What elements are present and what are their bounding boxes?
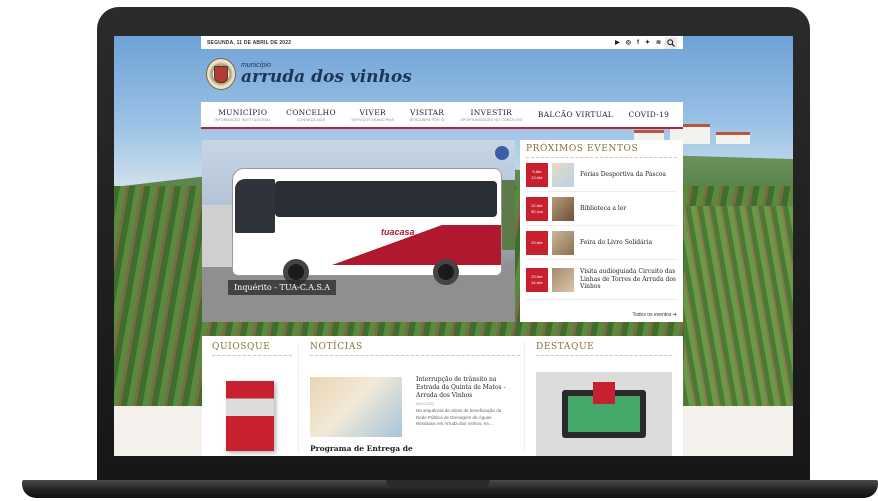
event-title: Férias Desportiva da Páscoa <box>580 170 667 178</box>
destaque-image[interactable] <box>536 372 672 456</box>
nav-label: COVID-19 <box>628 109 670 119</box>
search-icon <box>667 38 675 47</box>
nav-item-investir[interactable]: INVESTIR OPORTUNIDADES NO CONCELHO <box>460 108 523 122</box>
nav-label: INVESTIR <box>470 107 513 117</box>
crest-icon <box>206 58 236 90</box>
background-vineyard-right <box>684 206 793 406</box>
instagram-icon[interactable]: ◎ <box>626 39 631 46</box>
nav-label: VIVER <box>359 107 386 117</box>
youtube-icon[interactable]: ▶ <box>615 39 620 46</box>
noticias-title: NOTÍCIAS <box>310 342 520 356</box>
event-item[interactable]: 23 Abr Feira do Livro Solidária <box>526 226 677 260</box>
nav-sub: DESCUBRA POR SI <box>409 117 445 122</box>
event-thumbnail <box>552 230 574 255</box>
nav-label: MUNICÍPIO <box>218 107 268 117</box>
quiosque-section: QUIOSQUE <box>212 342 292 356</box>
twitter-icon[interactable]: ✦ <box>645 39 650 46</box>
laptop-notch <box>386 480 490 487</box>
browser-screen: SEGUNDA, 11 DE ABRIL DE 2022 ▶ ◎ f ✦ ≋ m… <box>114 36 793 456</box>
event-item[interactable]: 22 Abr 30 Jun Biblioteca a ler <box>526 192 677 226</box>
event-title: Visita audioguiada Circuito das Linhas d… <box>580 267 677 291</box>
event-date: 23 Abr 24 Abr <box>526 267 548 292</box>
nav-item-municipio[interactable]: MUNICÍPIO INFORMAÇÃO INSTITUCIONAL <box>215 108 271 122</box>
event-date: 22 Abr 30 Jun <box>526 196 548 221</box>
destaque-section: DESTAQUE <box>536 342 672 356</box>
event-date: 5 Abr 13 Abr <box>526 162 548 187</box>
nav-sub: SERVIÇOS MUNICIPAIS <box>351 117 395 122</box>
nav-sub: OPORTUNIDADES NO CONCELHO <box>460 117 523 122</box>
facebook-icon[interactable]: f <box>637 40 639 46</box>
bus-logo-text: tuacasa <box>381 227 415 237</box>
noticias-section: NOTÍCIAS <box>310 342 520 356</box>
nav-sub: INFORMAÇÃO INSTITUCIONAL <box>214 117 271 122</box>
main-nav: MUNICÍPIO INFORMAÇÃO INSTITUCIONAL CONCE… <box>201 102 683 129</box>
nav-item-visitar[interactable]: VISITAR DESCUBRA POR SI <box>410 108 445 122</box>
top-bar: SEGUNDA, 11 DE ABRIL DE 2022 ▶ ◎ f ✦ ≋ <box>201 36 683 49</box>
quiosque-title: QUIOSQUE <box>212 342 292 356</box>
nav-item-balcao-virtual[interactable]: BALCÃO VIRTUAL <box>538 110 613 120</box>
event-date: 23 Abr <box>526 230 548 255</box>
all-events-link[interactable]: Todos os eventos ➔ <box>632 312 677 318</box>
event-thumbnail <box>552 162 574 187</box>
social-icons: ▶ ◎ f ✦ ≋ <box>615 39 661 47</box>
rss-icon[interactable]: ≋ <box>656 39 661 46</box>
lower-sections: QUIOSQUE NOTÍCIAS Interrupção de trânsit… <box>202 336 683 456</box>
event-title: Biblioteca a ler <box>580 204 627 212</box>
news-date: 08-04-2022 <box>416 402 434 407</box>
news-title-secondary[interactable]: Programa de Entrega de <box>310 444 413 453</box>
news-title: Interrupção de trânsito na Estrada da Qu… <box>416 376 506 400</box>
news-description: Na sequência de obras de beneficiação da… <box>416 408 502 426</box>
hero-slider[interactable]: tuacasa Inquérito - TUA-C.A.S.A <box>202 140 515 322</box>
nav-item-viver[interactable]: VIVER SERVIÇOS MUNICIPAIS <box>351 108 394 122</box>
nav-sub: CONHEÇA-NOS <box>296 117 326 122</box>
nav-item-covid-19[interactable]: COVID-19 <box>628 110 669 120</box>
event-thumbnail <box>552 267 574 292</box>
events-title: PRÓXIMOS EVENTOS <box>526 144 677 158</box>
current-date: SEGUNDA, 11 DE ABRIL DE 2022 <box>207 39 292 46</box>
arrow-circle-icon: ➔ <box>672 312 677 318</box>
hero-caption[interactable]: Inquérito - TUA-C.A.S.A <box>228 280 337 295</box>
nav-label: BALCÃO VIRTUAL <box>537 109 614 119</box>
search-button[interactable] <box>665 36 677 49</box>
nav-label: VISITAR <box>410 107 445 117</box>
news-image[interactable] <box>310 377 402 437</box>
event-title: Feira do Livro Solidária <box>580 238 653 246</box>
bus-image: tuacasa <box>232 168 502 285</box>
event-item[interactable]: 5 Abr 13 Abr Férias Desportiva da Páscoa <box>526 158 677 192</box>
logo-big-text: arruda dos vinhos <box>241 67 412 87</box>
event-thumbnail <box>552 196 574 221</box>
bus-wheel <box>433 259 459 285</box>
news-item[interactable]: Interrupção de trânsito na Estrada da Qu… <box>416 376 512 427</box>
nav-label: CONCELHO <box>286 107 336 117</box>
slider-pause-icon[interactable] <box>495 146 509 160</box>
event-item[interactable]: 23 Abr 24 Abr Visita audioguiada Circuit… <box>526 260 677 300</box>
quiosque-publication[interactable] <box>226 381 274 451</box>
envelope-icon <box>593 382 615 404</box>
site-logo[interactable]: município arruda dos vinhos <box>206 58 412 90</box>
destaque-title: DESTAQUE <box>536 342 672 356</box>
events-panel: PRÓXIMOS EVENTOS 5 Abr 13 Abr Férias Des… <box>520 140 683 322</box>
nav-item-concelho[interactable]: CONCELHO CONHEÇA-NOS <box>286 108 336 122</box>
